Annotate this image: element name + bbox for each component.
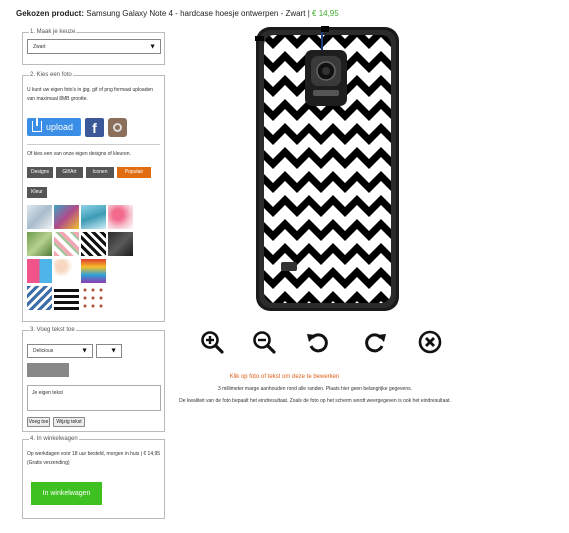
product-price: € 14,95: [312, 9, 339, 18]
design-thumb: [108, 259, 133, 283]
tag-designs[interactable]: Designs: [27, 167, 53, 178]
facebook-icon[interactable]: f: [85, 118, 104, 137]
chevron-down-icon: ▼: [81, 347, 88, 355]
zoom-out-icon: [253, 331, 276, 354]
design-thumb[interactable]: [54, 232, 79, 256]
design-thumb[interactable]: [27, 259, 52, 283]
design-thumb[interactable]: [54, 205, 79, 229]
zoom-out-button[interactable]: [252, 330, 276, 354]
phone-case-preview[interactable]: [255, 26, 400, 312]
upload-label: upload: [46, 122, 74, 132]
font-select-value: Delicious: [33, 348, 54, 354]
rotate-left-icon: [307, 333, 328, 353]
color-select[interactable]: Zwart ▼: [27, 39, 161, 54]
zoom-in-button[interactable]: [200, 330, 224, 354]
zoom-in-icon: [201, 331, 224, 354]
design-thumb[interactable]: [81, 232, 106, 256]
delete-icon: [418, 330, 442, 354]
design-thumb[interactable]: [81, 259, 106, 283]
tag-iconen[interactable]: Iconen: [86, 167, 114, 178]
choice-legend: 1. Maak je keuze: [30, 29, 76, 35]
design-thumb[interactable]: [54, 259, 79, 283]
cart-legend: 4. In winkelwagen: [30, 436, 78, 442]
edit-text-button[interactable]: Wijzig tekst: [53, 417, 85, 427]
delivery-info: Op werkdagen voor 18 uur besteld, morgen…: [27, 451, 161, 466]
tag-kleur[interactable]: Kleur: [27, 187, 47, 198]
chevron-down-icon: ▼: [110, 347, 117, 355]
chevron-down-icon: ▼: [149, 43, 156, 50]
upload-icon: [32, 118, 42, 132]
tag-gifart[interactable]: Gif/Art: [56, 167, 83, 178]
upload-intro: U kunt uw eigen foto's in jpg, gif of pn…: [27, 87, 154, 102]
design-thumb[interactable]: [27, 286, 52, 310]
product-header: Gekozen product: Samsung Galaxy Note 4 -…: [16, 9, 339, 18]
phone-preview[interactable]: [255, 26, 400, 317]
margin-note: 3 millimeter marge aanhouden rond alle r…: [217, 386, 412, 392]
font-select[interactable]: Delicious ▼: [27, 344, 93, 358]
design-thumbnails: [27, 205, 133, 310]
rotate-right-button[interactable]: [363, 330, 387, 354]
product-label: Gekozen product:: [16, 9, 85, 18]
design-thumb[interactable]: [27, 232, 52, 256]
rotate-right-icon: [365, 333, 386, 353]
cart-panel: 4. In winkelwagen Op werkdagen voor 18 u…: [22, 436, 165, 519]
header-separator: |: [307, 9, 310, 18]
text-input[interactable]: Je eigen tekst: [27, 385, 161, 411]
delete-button[interactable]: [418, 330, 442, 354]
design-thumb[interactable]: [108, 205, 133, 229]
size-select[interactable]: ▼: [96, 344, 122, 358]
design-thumb[interactable]: [81, 286, 106, 310]
quality-note: De kwaliteit van de foto bepaalt het ein…: [179, 398, 451, 404]
rotate-left-button[interactable]: [306, 330, 330, 354]
add-to-cart-button[interactable]: In winkelwagen: [31, 482, 102, 505]
designs-intro: Of kies een van onze eigen designs of kl…: [27, 151, 131, 157]
design-thumb[interactable]: [54, 286, 79, 310]
color-select-value: Zwart: [33, 43, 46, 50]
design-thumb[interactable]: [81, 205, 106, 229]
choice-panel: 1. Maak je keuze Zwart ▼: [22, 29, 165, 65]
design-thumb[interactable]: [27, 205, 52, 229]
upload-button[interactable]: upload: [27, 118, 81, 136]
photo-panel: 2. Kies een foto U kunt uw eigen foto's …: [22, 72, 165, 322]
edit-hint: Klik op foto of tekst om deze te bewerke…: [229, 374, 340, 380]
tag-populair[interactable]: Populair: [117, 167, 151, 178]
product-name: Samsung Galaxy Note 4 - hardcase hoesje …: [86, 9, 306, 18]
photo-legend: 2. Kies een foto: [30, 72, 72, 78]
design-thumb[interactable]: [108, 232, 133, 256]
text-legend: 3. Voeg tekst toe: [30, 327, 75, 333]
add-text-button[interactable]: Voeg toe: [27, 417, 50, 427]
divider: [27, 144, 160, 145]
instagram-icon[interactable]: [108, 118, 127, 137]
